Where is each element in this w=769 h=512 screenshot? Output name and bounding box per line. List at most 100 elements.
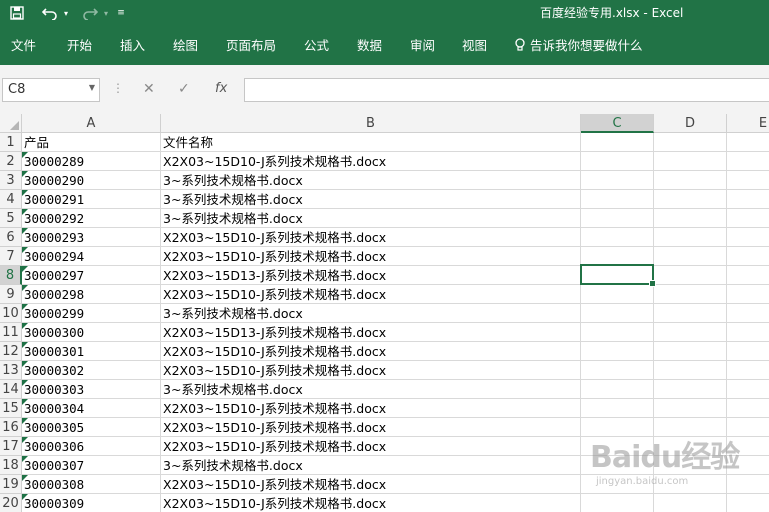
cell-e8[interactable] [727,266,769,285]
cell-e15[interactable] [727,399,769,418]
customize-icon[interactable]: ≡ [114,2,128,24]
cell-d12[interactable] [654,342,727,361]
cell-d11[interactable] [654,323,727,342]
cell-c20[interactable] [581,494,654,512]
cell-b9[interactable]: X2X03~15D10-J系列技术规格书.docx [161,285,581,304]
cell-d9[interactable] [654,285,727,304]
tab-file[interactable]: 文件 [11,35,36,54]
row-header-16[interactable]: 16 [0,418,22,437]
tab-page-layout[interactable]: 页面布局 [226,35,276,54]
cell-c11[interactable] [581,323,654,342]
cell-c3[interactable] [581,171,654,190]
cell-e10[interactable] [727,304,769,323]
cell-e12[interactable] [727,342,769,361]
cell-a13[interactable]: 30000302 [22,361,161,380]
cell-b6[interactable]: X2X03~15D10-J系列技术规格书.docx [161,228,581,247]
cell-c14[interactable] [581,380,654,399]
cell-d6[interactable] [654,228,727,247]
cell-b12[interactable]: X2X03~15D10-J系列技术规格书.docx [161,342,581,361]
row-header-13[interactable]: 13 [0,361,22,380]
cell-b8[interactable]: X2X03~15D13-J系列技术规格书.docx [161,266,581,285]
cell-e14[interactable] [727,380,769,399]
cell-e5[interactable] [727,209,769,228]
tell-me-box[interactable]: 告诉我你想要做什么 [514,35,643,54]
cell-b20[interactable]: X2X03~15D10-J系列技术规格书.docx [161,494,581,512]
cell-b11[interactable]: X2X03~15D13-J系列技术规格书.docx [161,323,581,342]
row-header-3[interactable]: 3 [0,171,22,190]
cell-d20[interactable] [654,494,727,512]
save-icon[interactable] [6,2,28,24]
cell-d13[interactable] [654,361,727,380]
tab-review[interactable]: 审阅 [410,35,435,54]
tab-draw[interactable]: 绘图 [173,35,198,54]
cell-d14[interactable] [654,380,727,399]
cell-b3[interactable]: 3~系列技术规格书.docx [161,171,581,190]
cell-a9[interactable]: 30000298 [22,285,161,304]
row-header-14[interactable]: 14 [0,380,22,399]
cell-d8[interactable] [654,266,727,285]
cell-e4[interactable] [727,190,769,209]
cell-a6[interactable]: 30000293 [22,228,161,247]
cell-c2[interactable] [581,152,654,171]
cell-a16[interactable]: 30000305 [22,418,161,437]
enter-icon[interactable]: ✓ [178,81,190,97]
cell-e11[interactable] [727,323,769,342]
row-header-12[interactable]: 12 [0,342,22,361]
more-options-icon[interactable]: ⋮ [112,81,124,95]
cell-c13[interactable] [581,361,654,380]
cell-a5[interactable]: 30000292 [22,209,161,228]
insert-function-icon[interactable]: fx [215,81,227,96]
row-header-10[interactable]: 10 [0,304,22,323]
cell-a14[interactable]: 30000303 [22,380,161,399]
cell-d4[interactable] [654,190,727,209]
cell-b16[interactable]: X2X03~15D10-J系列技术规格书.docx [161,418,581,437]
cell-a8[interactable]: 30000297 [22,266,161,285]
cell-c15[interactable] [581,399,654,418]
column-header-d[interactable]: D [654,114,727,133]
cell-c10[interactable] [581,304,654,323]
cell-a18[interactable]: 30000307 [22,456,161,475]
name-box[interactable]: C8 ▼ [2,78,100,102]
undo-icon[interactable] [40,2,60,24]
cell-d1[interactable] [654,133,727,152]
cell-a17[interactable]: 30000306 [22,437,161,456]
cell-b2[interactable]: X2X03~15D10-J系列技术规格书.docx [161,152,581,171]
cell-a7[interactable]: 30000294 [22,247,161,266]
cell-d7[interactable] [654,247,727,266]
cell-a20[interactable]: 30000309 [22,494,161,512]
cell-d10[interactable] [654,304,727,323]
cell-d5[interactable] [654,209,727,228]
cell-b5[interactable]: 3~系列技术规格书.docx [161,209,581,228]
row-header-6[interactable]: 6 [0,228,22,247]
cell-c4[interactable] [581,190,654,209]
row-header-20[interactable]: 20 [0,494,22,512]
cell-a2[interactable]: 30000289 [22,152,161,171]
select-all-button[interactable] [0,114,22,133]
undo-dropdown-icon[interactable]: ▾ [60,2,72,24]
row-header-19[interactable]: 19 [0,475,22,494]
cell-d3[interactable] [654,171,727,190]
cell-c9[interactable] [581,285,654,304]
cell-e13[interactable] [727,361,769,380]
active-cell-c8[interactable] [580,264,656,287]
cell-a1[interactable]: 产品 [22,133,161,152]
column-header-c[interactable]: C [581,114,654,133]
row-header-15[interactable]: 15 [0,399,22,418]
cancel-icon[interactable]: ✕ [143,81,155,97]
row-header-18[interactable]: 18 [0,456,22,475]
row-header-5[interactable]: 5 [0,209,22,228]
cell-b1[interactable]: 文件名称 [161,133,581,152]
row-header-4[interactable]: 4 [0,190,22,209]
cell-b17[interactable]: X2X03~15D10-J系列技术规格书.docx [161,437,581,456]
cell-e20[interactable] [727,494,769,512]
cell-e2[interactable] [727,152,769,171]
cell-a11[interactable]: 30000300 [22,323,161,342]
cell-e6[interactable] [727,228,769,247]
row-header-9[interactable]: 9 [0,285,22,304]
cell-e7[interactable] [727,247,769,266]
cell-a4[interactable]: 30000291 [22,190,161,209]
row-header-2[interactable]: 2 [0,152,22,171]
column-header-b[interactable]: B [161,114,581,133]
cell-a15[interactable]: 30000304 [22,399,161,418]
chevron-down-icon[interactable]: ▼ [89,83,95,92]
